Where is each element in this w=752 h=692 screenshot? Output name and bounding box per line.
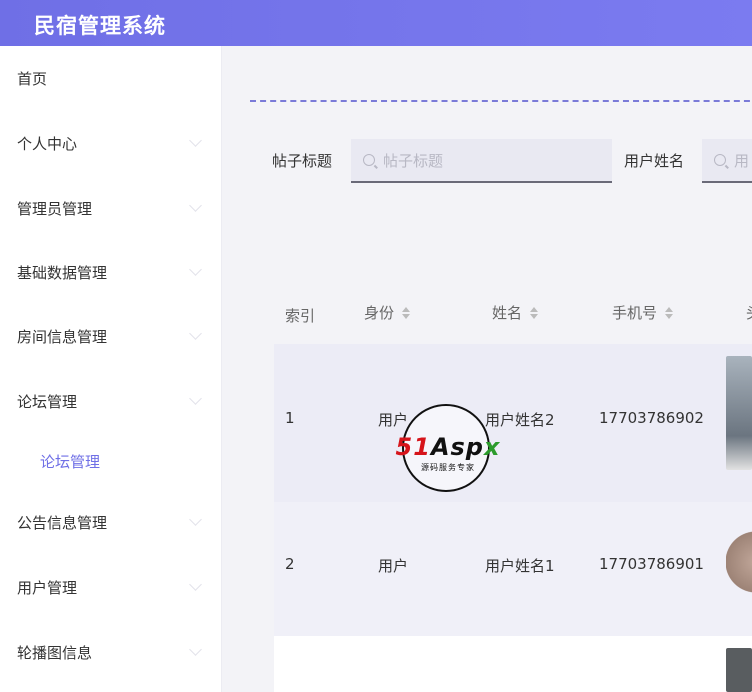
sidebar-item-carousel[interactable]: 轮播图信息 (0, 632, 222, 672)
sidebar-item-label: 轮播图信息 (17, 643, 93, 662)
sidebar-item-label: 房间信息管理 (17, 327, 108, 346)
watermark-subtitle: 源码服务专家 (421, 463, 475, 472)
sidebar-item-room-info[interactable]: 房间信息管理 (0, 316, 222, 356)
column-header-label: 头 (746, 302, 752, 323)
chevron-down-icon (189, 513, 202, 526)
sort-icon[interactable] (402, 306, 411, 319)
sidebar: 首页 个人中心 管理员管理 基础数据管理 房间信息管理 论坛管理 论坛管理 公告… (0, 46, 222, 692)
post-title-placeholder: 帖子标题 (383, 151, 444, 170)
app-title: 民宿管理系统 (34, 14, 166, 38)
column-header-name[interactable]: 姓名 (492, 302, 539, 323)
watermark-title: 51Aspx (386, 433, 510, 461)
chevron-down-icon (189, 392, 202, 405)
cell-index: 2 (285, 555, 295, 573)
watermark-logo: 51Aspx 源码服务专家 (396, 404, 499, 492)
breadcrumb-divider (250, 100, 752, 102)
sidebar-item-personal-center[interactable]: 个人中心 (0, 123, 222, 163)
sort-icon[interactable] (530, 306, 539, 319)
sort-icon[interactable] (665, 306, 674, 319)
avatar[interactable] (726, 502, 752, 608)
column-header-label: 手机号 (612, 304, 658, 322)
column-header-label: 索引 (285, 307, 316, 325)
chevron-down-icon (189, 199, 202, 212)
watermark-part: Asp (430, 433, 484, 461)
sidebar-item-label: 首页 (17, 69, 48, 88)
user-name-placeholder: 用 (734, 151, 750, 170)
main-content: 帖子标题 帖子标题 用户姓名 用 索引 身份 姓名 手机号 头 1 用户 用户姓… (222, 46, 752, 692)
sidebar-item-label: 管理员管理 (17, 199, 93, 218)
sidebar-item-label: 公告信息管理 (17, 513, 108, 532)
sidebar-item-home[interactable]: 首页 (0, 58, 222, 98)
avatar[interactable] (726, 648, 752, 692)
sidebar-item-label: 论坛管理 (17, 392, 78, 411)
cell-role: 用户 (378, 557, 409, 575)
chevron-down-icon (189, 578, 202, 591)
column-header-phone[interactable]: 手机号 (612, 302, 674, 323)
sidebar-item-label: 个人中心 (17, 134, 78, 153)
sidebar-item-user-management[interactable]: 用户管理 (0, 567, 222, 607)
sidebar-item-basic-data[interactable]: 基础数据管理 (0, 252, 222, 292)
chevron-down-icon (189, 643, 202, 656)
chevron-down-icon (189, 263, 202, 276)
sidebar-item-label: 基础数据管理 (17, 263, 108, 282)
sidebar-item-forum[interactable]: 论坛管理 (0, 381, 222, 421)
post-title-search-input[interactable]: 帖子标题 (351, 139, 612, 183)
user-name-search-input[interactable]: 用 (702, 139, 752, 183)
app-header: 民宿管理系统 (0, 0, 752, 46)
cell-name: 用户姓名1 (485, 557, 555, 575)
sidebar-item-admin-management[interactable]: 管理员管理 (0, 188, 222, 228)
cell-name: 用户姓名2 (485, 411, 555, 429)
sidebar-subitem-forum[interactable]: 论坛管理 (0, 441, 222, 481)
column-header-label: 姓名 (492, 304, 523, 322)
search-icon (363, 154, 375, 166)
watermark-part: 51 (395, 433, 431, 461)
cell-phone: 17703786902 (599, 409, 704, 427)
column-header-avatar: 头 (746, 302, 752, 323)
watermark-part: x (483, 433, 501, 461)
avatar[interactable] (726, 356, 752, 470)
user-name-label: 用户姓名 (624, 152, 685, 170)
chevron-down-icon (189, 134, 202, 147)
search-icon (714, 154, 726, 166)
column-header-index: 索引 (285, 305, 315, 326)
table-row[interactable] (274, 636, 752, 692)
post-title-label: 帖子标题 (272, 152, 333, 170)
sidebar-item-announcements[interactable]: 公告信息管理 (0, 502, 222, 542)
chevron-down-icon (189, 327, 202, 340)
column-header-label: 身份 (364, 304, 395, 322)
cell-phone: 17703786901 (599, 555, 704, 573)
cell-index: 1 (285, 409, 295, 427)
sidebar-item-label: 用户管理 (17, 578, 78, 597)
column-header-role[interactable]: 身份 (364, 302, 411, 323)
cell-role: 用户 (378, 411, 409, 429)
sidebar-item-label: 论坛管理 (40, 452, 101, 471)
